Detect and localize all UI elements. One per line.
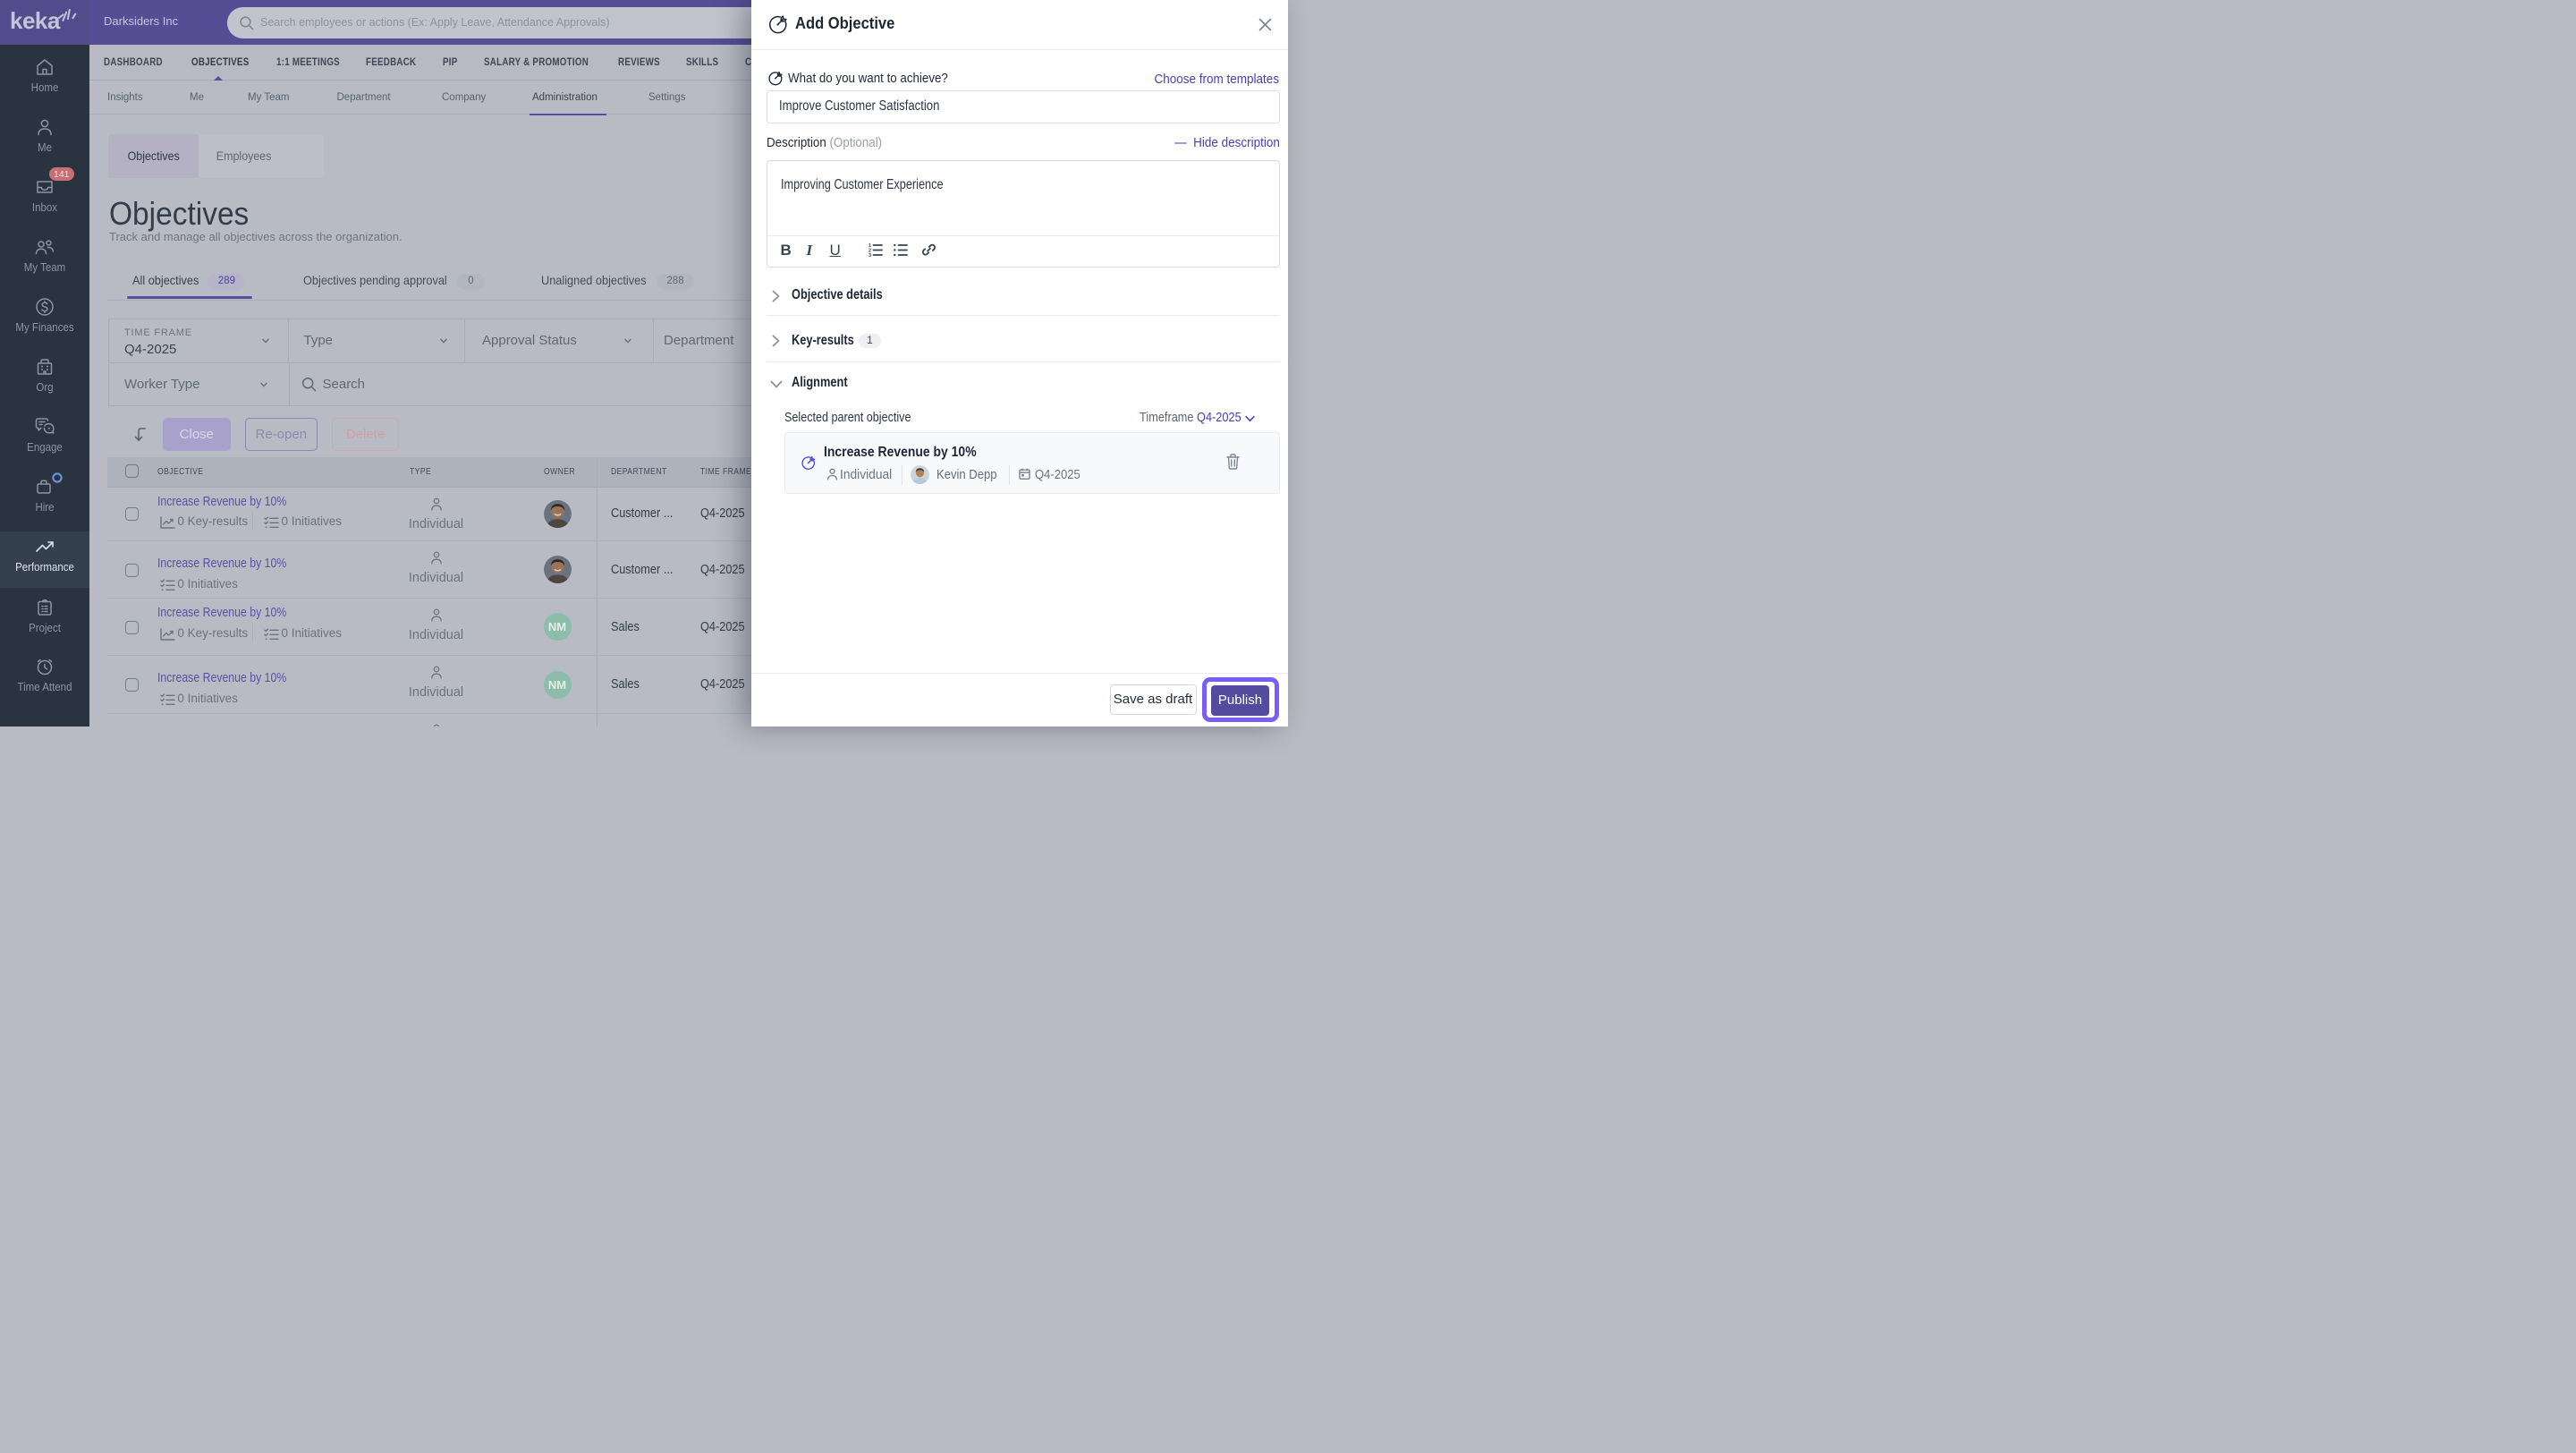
svg-text:3: 3 xyxy=(869,253,871,257)
